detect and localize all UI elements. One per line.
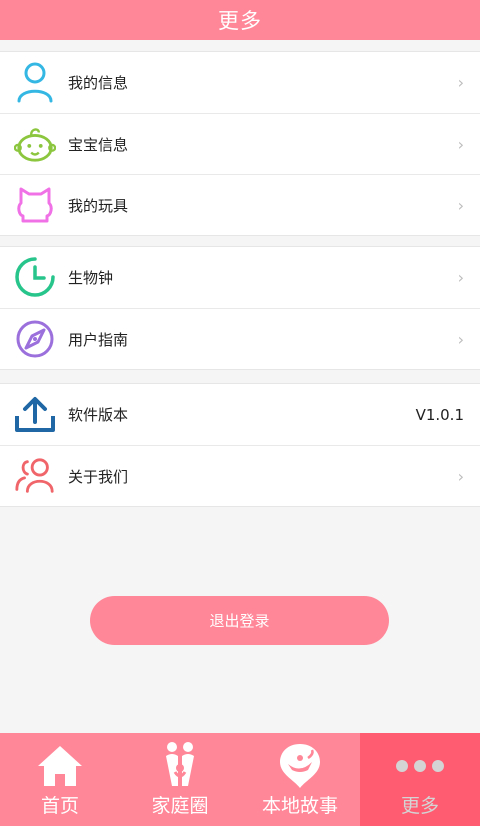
people-icon	[14, 455, 56, 497]
compass-icon	[14, 318, 56, 360]
menu-item-user-guide[interactable]: 用户指南 ›	[0, 308, 480, 369]
toy-bear-icon	[14, 184, 56, 226]
menu-item-label: 用户指南	[68, 330, 129, 349]
chevron-right-icon: ›	[457, 466, 464, 486]
clock-icon	[14, 256, 56, 298]
menu-item-label: 关于我们	[68, 467, 129, 486]
tab-label: 本地故事	[261, 795, 338, 817]
menu-item-label: 我的玩具	[68, 196, 129, 215]
menu-item-my-toys[interactable]: 我的玩具 ›	[0, 174, 480, 235]
menu-item-bio-clock[interactable]: 生物钟 ›	[0, 247, 480, 308]
menu-item-label: 我的信息	[68, 74, 129, 92]
baby-face-icon	[14, 123, 56, 165]
menu-item-label: 软件版本	[68, 406, 129, 424]
user-icon	[14, 61, 56, 103]
version-value: V1.0.1	[415, 405, 464, 424]
bottom-tab-bar: 首页 家庭圈 本地故事 更多	[0, 733, 480, 826]
home-icon	[34, 743, 86, 789]
menu-item-about-us[interactable]: 关于我们 ›	[0, 445, 480, 506]
tab-label: 更多	[400, 795, 439, 817]
tab-label: 家庭圈	[151, 795, 209, 817]
tab-label: 首页	[40, 795, 79, 817]
help-group: 生物钟 › 用户指南 ›	[0, 246, 480, 370]
tab-local-stories[interactable]: 本地故事	[240, 733, 360, 826]
about-group: 软件版本 V1.0.1 关于我们 ›	[0, 383, 480, 507]
menu-item-my-info[interactable]: 我的信息 ›	[0, 52, 480, 113]
app-header: 更多	[0, 0, 480, 40]
page-title: 更多	[218, 9, 262, 33]
menu-item-label: 生物钟	[68, 269, 114, 287]
tab-more[interactable]: 更多	[360, 733, 480, 826]
logout-button[interactable]: 退出登录	[90, 596, 389, 645]
upload-icon	[14, 393, 56, 435]
tab-home[interactable]: 首页	[0, 733, 120, 826]
menu-item-baby-info[interactable]: 宝宝信息 ›	[0, 113, 480, 174]
chevron-right-icon: ›	[457, 195, 464, 215]
chevron-right-icon: ›	[457, 134, 464, 154]
family-icon	[154, 742, 206, 789]
more-dots-icon	[394, 743, 446, 789]
chevron-right-icon: ›	[457, 329, 464, 349]
story-lamp-icon	[274, 743, 326, 789]
tab-family-circle[interactable]: 家庭圈	[120, 733, 240, 826]
menu-item-label: 宝宝信息	[68, 135, 129, 154]
chevron-right-icon: ›	[457, 268, 464, 287]
profile-group: 我的信息 › 宝宝信息 › 我的玩具 ›	[0, 51, 480, 236]
menu-item-software-version[interactable]: 软件版本 V1.0.1	[0, 384, 480, 445]
chevron-right-icon: ›	[457, 73, 464, 92]
